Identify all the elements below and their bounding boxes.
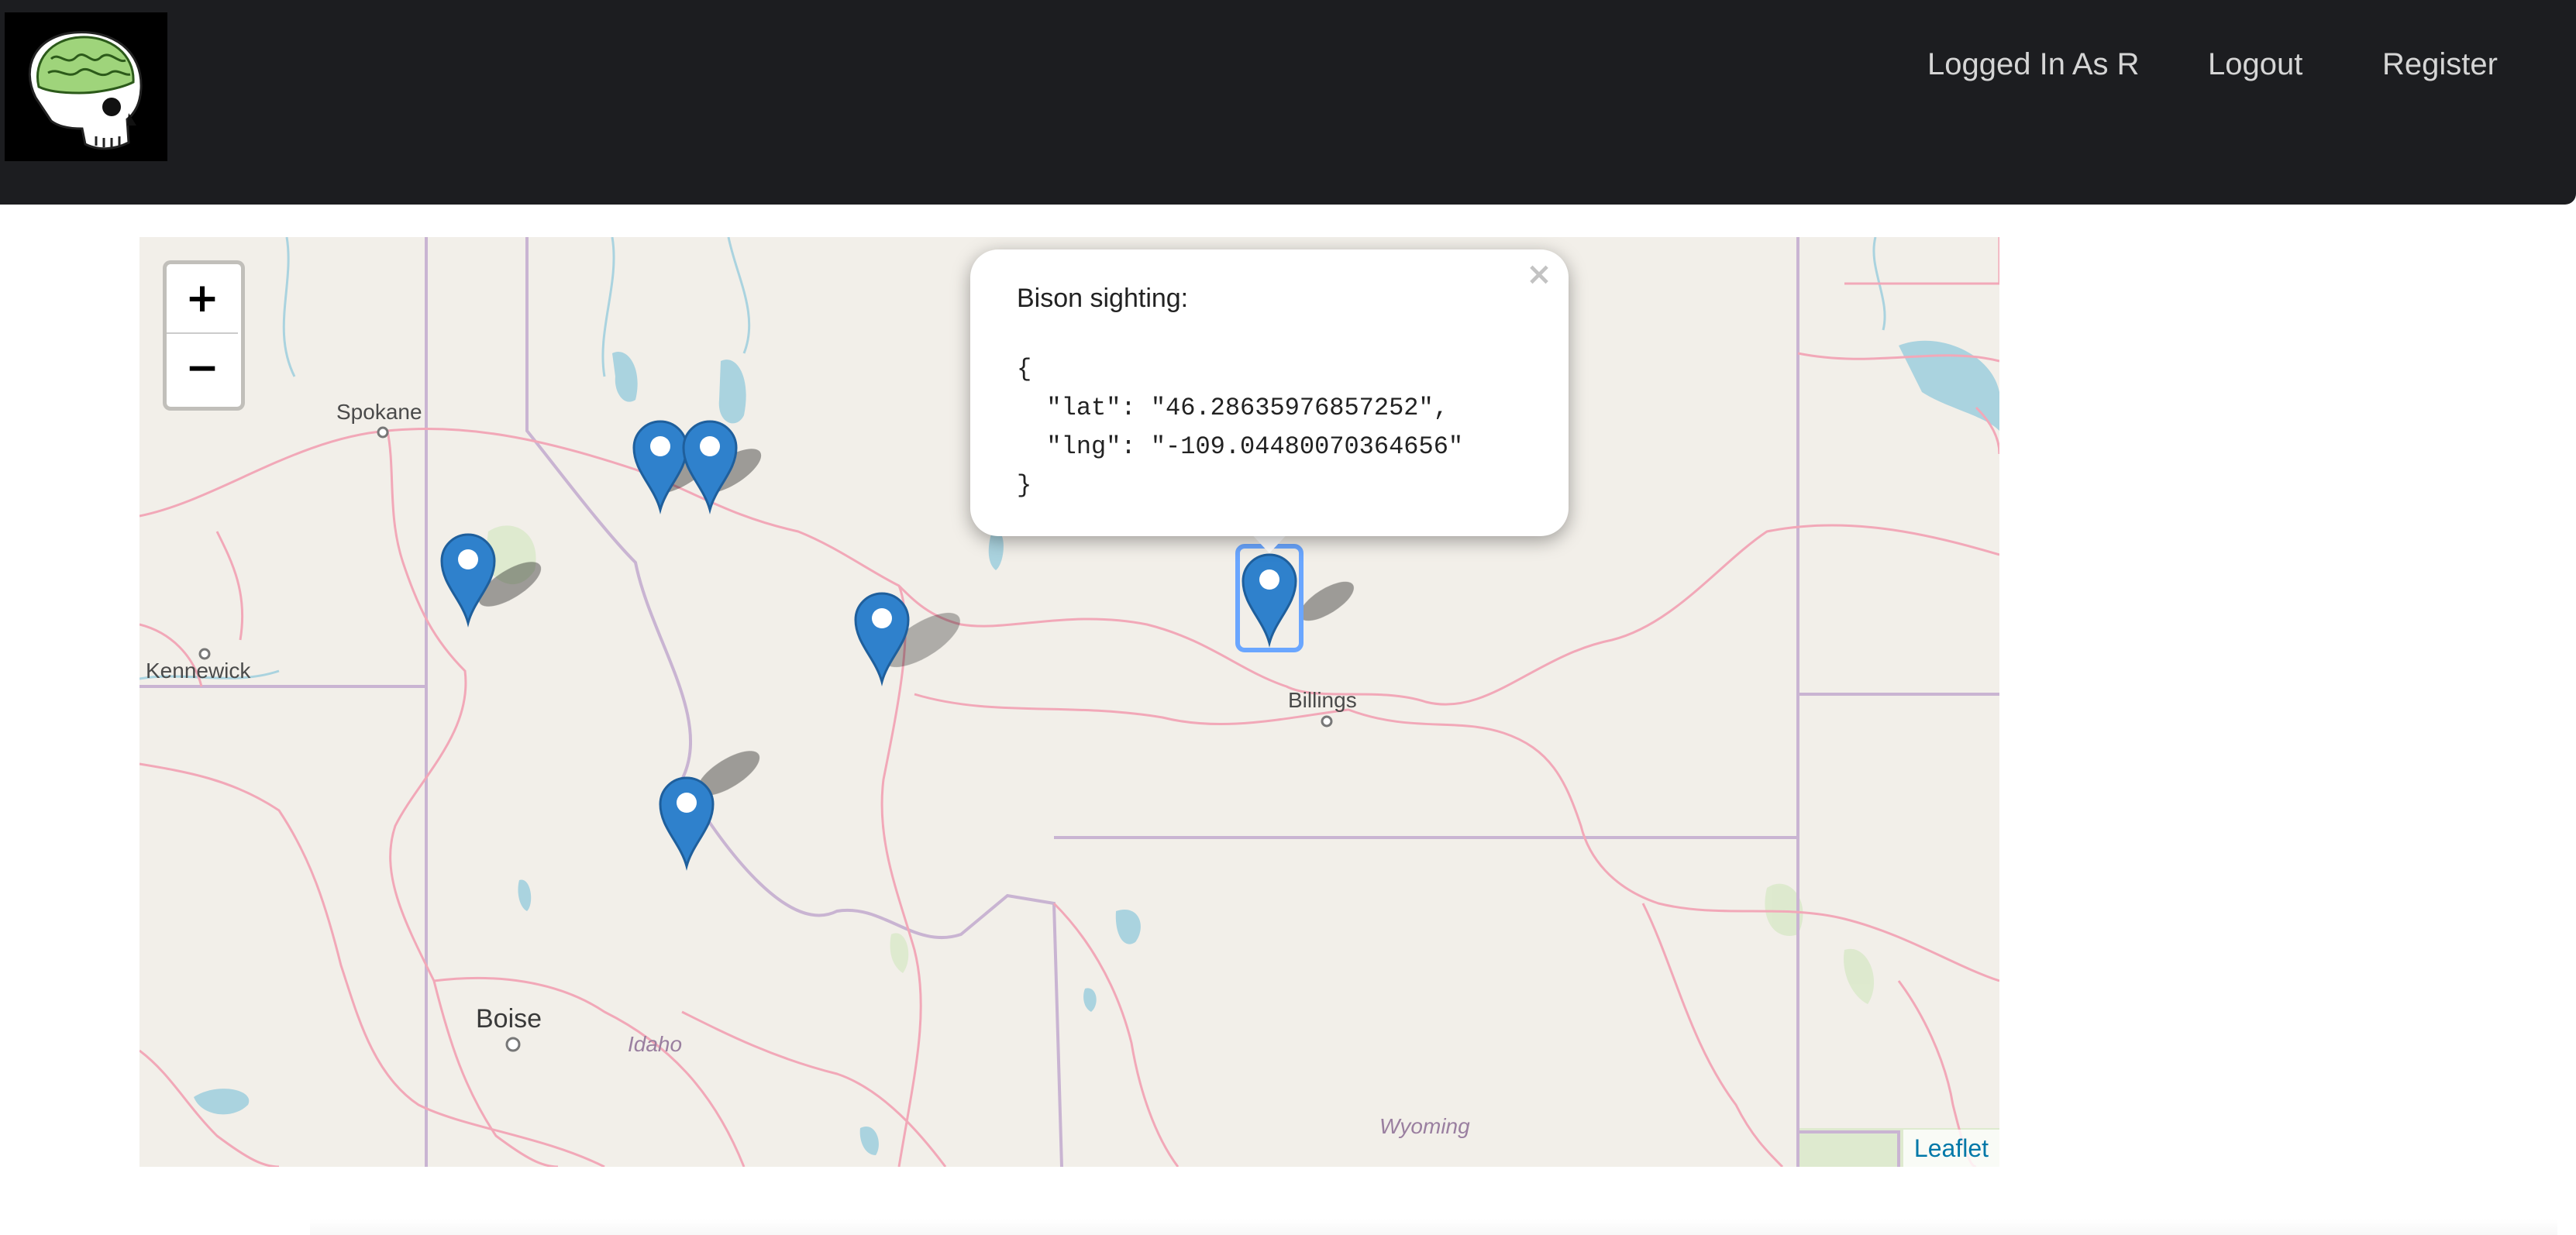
- zoom-out-button[interactable]: −: [167, 334, 238, 402]
- top-navbar: Logged In As R Logout Register: [0, 0, 2576, 205]
- place-label-boise: Boise: [476, 1004, 542, 1034]
- map-pin-icon[interactable]: [437, 527, 499, 628]
- leaflet-attribution-link[interactable]: Leaflet: [1903, 1130, 1999, 1167]
- place-label-spokane: Spokane: [336, 400, 422, 424]
- nav-logout[interactable]: Logout: [2208, 37, 2302, 91]
- zoom-control: + −: [163, 260, 245, 411]
- map-pin-icon[interactable]: [851, 586, 913, 686]
- map-pin-icon[interactable]: [1235, 544, 1303, 652]
- place-label-kennewick: Kennewick: [146, 659, 251, 683]
- popup-close-button[interactable]: ×: [1524, 257, 1555, 291]
- zoom-in-button[interactable]: +: [167, 264, 238, 334]
- popup-coordinates-json: { "lat": "46.28635976857252", "lng": "-1…: [1017, 355, 1464, 500]
- popup-title: Bison sighting:: [1017, 284, 1189, 313]
- bison-sighting-popup: × Bison sighting: { "lat": "46.286359768…: [970, 249, 1569, 536]
- place-label-billings: Billings: [1288, 688, 1357, 712]
- map-container[interactable]: Spokane Kennewick Billings Boise Idaho W…: [139, 237, 1999, 1167]
- page-bottom-shadow: [310, 1220, 2557, 1235]
- place-label-idaho: Idaho: [628, 1032, 683, 1056]
- skull-brain-icon: [28, 31, 143, 150]
- map-pin-icon[interactable]: [656, 770, 718, 871]
- place-label-wyoming: Wyoming: [1379, 1114, 1470, 1138]
- skull-brain-logo[interactable]: [5, 12, 167, 161]
- nav-register[interactable]: Register: [2382, 37, 2498, 91]
- nav-logged-in-as[interactable]: Logged In As R: [1927, 37, 2140, 91]
- map-pin-icon[interactable]: [679, 414, 741, 514]
